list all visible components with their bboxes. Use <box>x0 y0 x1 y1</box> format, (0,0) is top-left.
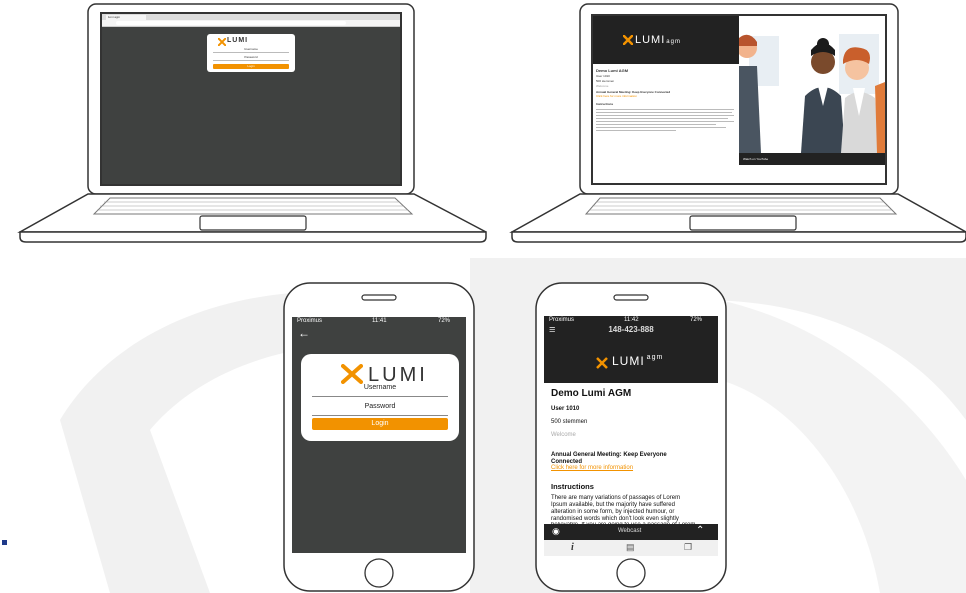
battery-label: 72% <box>438 318 451 324</box>
webcast-video[interactable] <box>737 16 885 165</box>
meeting-id: 148-423-888 <box>608 325 654 334</box>
meeting-title: Demo Lumi AGM <box>551 388 632 399</box>
lumi-logo: LUMIagm <box>635 34 681 46</box>
instructions-text-line <box>596 127 726 128</box>
laptop-meeting-screen: LUMIagm Demo Lumi AGM User 1010 500 stem… <box>593 16 885 183</box>
instructions-line: There are many variations of passages of… <box>551 495 681 501</box>
instructions-text-line <box>596 109 734 110</box>
video-caption-bar: Watch on YouTube <box>739 153 885 165</box>
login-card: LUMI Username Password Login <box>301 354 459 441</box>
carrier-label: Proximus <box>549 317 575 323</box>
webcast-label: Webcast <box>618 528 642 534</box>
instructions-text-line <box>596 130 676 131</box>
instructions-text-line <box>596 112 732 113</box>
votes-label: 500 stemmen <box>596 79 615 83</box>
welcome-label: Welcome <box>551 432 576 438</box>
broadcast-icon: ◉ <box>552 526 560 536</box>
instructions-line: Ipsum available, but the majority have s… <box>551 502 675 508</box>
instructions-heading: Instructions <box>551 482 594 491</box>
votes-label: 500 stemmen <box>551 419 588 425</box>
url-input[interactable] <box>116 21 346 25</box>
battery-label: 72% <box>690 317 703 323</box>
user-label: User 1010 <box>551 406 580 412</box>
instructions-heading: Instructions <box>596 102 614 106</box>
chevron-up-icon[interactable]: ⌃ <box>696 525 704 536</box>
announcement-title-line1: Annual General Meeting: Keep Everyone <box>551 452 667 458</box>
instructions-text-line <box>596 121 734 122</box>
phone-login-screen: Proximus 11:41 72% ← LUMI Username Passw… <box>292 317 466 553</box>
meeting-title: Demo Lumi AGM <box>596 68 629 73</box>
instructions-line: alteration in some form, by injected hum… <box>551 509 675 515</box>
back-arrow-icon[interactable]: ← <box>298 326 310 340</box>
login-card: LUMI Username Password Login <box>207 34 295 72</box>
lumi-x-icon <box>596 357 608 369</box>
password-field[interactable]: Password <box>213 54 289 61</box>
people-illustration <box>737 16 885 165</box>
info-tab-icon[interactable]: i <box>571 542 574 553</box>
instructions-text-line <box>596 115 734 116</box>
laptop-login-screen: lumi agm LUMI Username Password Login <box>102 14 400 184</box>
webcast-bar[interactable]: ◉ Webcast ⌃ <box>544 524 718 540</box>
lumi-logo: LUMIagm <box>612 354 664 368</box>
bottom-tab-bar: i ▤ ❐ <box>544 540 718 556</box>
documents-tab-icon[interactable]: ❐ <box>684 542 692 553</box>
welcome-label: Welcome <box>596 84 609 88</box>
lumi-logo: LUMI <box>227 37 249 44</box>
status-bar: Proximus 11:42 72% <box>544 316 718 325</box>
more-info-link[interactable]: Click here for more information <box>596 94 637 98</box>
username-field[interactable]: Username <box>213 46 289 53</box>
username-field[interactable]: Username <box>312 380 448 397</box>
login-button[interactable]: Login <box>213 64 289 69</box>
status-bar: Proximus 11:41 72% <box>292 317 466 325</box>
phone-meeting-screen: Proximus 11:42 72% ≡ 148-423-888 LUMI agm… <box>544 316 718 556</box>
instructions-text-line <box>596 118 728 119</box>
meeting-header: Proximus 11:42 72% ≡ 148-423-888 LUMI agm <box>544 316 718 383</box>
more-info-link[interactable]: Click here for more information <box>551 465 633 471</box>
login-button[interactable]: Login <box>312 418 448 430</box>
password-field[interactable]: Password <box>312 399 448 416</box>
instructions-text-line <box>596 124 716 125</box>
lumi-x-icon <box>623 35 633 45</box>
meeting-header: LUMIagm <box>593 16 739 64</box>
time-label: 11:42 <box>624 317 639 323</box>
carrier-label: Proximus <box>297 318 323 324</box>
time-label: 11:41 <box>372 318 387 324</box>
messages-tab-icon[interactable]: ▤ <box>626 542 635 553</box>
lumi-x-icon <box>218 38 226 46</box>
user-label: User 1010 <box>596 74 610 78</box>
youtube-caption[interactable]: Watch on YouTube <box>743 157 768 161</box>
